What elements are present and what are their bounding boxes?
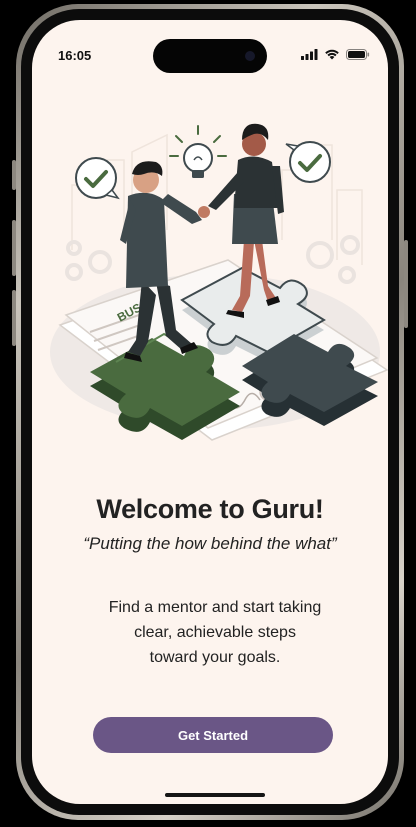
power-button xyxy=(404,240,408,328)
gear-right-icon xyxy=(306,235,360,284)
check-bubble-right-icon xyxy=(285,141,331,183)
volume-down-button xyxy=(12,290,16,346)
status-icons xyxy=(301,49,370,60)
app-screen: 16:05 BUS Welcome to Guru! “Putting the … xyxy=(32,20,388,804)
action-button xyxy=(12,160,16,190)
description-line: clear, achievable steps xyxy=(134,624,296,641)
description-line: toward your goals. xyxy=(149,649,281,666)
hero-illustration: BUS xyxy=(50,123,388,441)
tagline: “Putting the how behind the what” xyxy=(83,534,337,553)
dynamic-island xyxy=(153,39,267,73)
handshake xyxy=(198,206,210,218)
check-bubble-left-icon xyxy=(75,157,120,200)
get-started-button[interactable]: Get Started xyxy=(93,717,333,753)
battery-icon xyxy=(346,49,370,60)
description-line: Find a mentor and start taking xyxy=(108,599,322,616)
status-bar: 16:05 xyxy=(32,20,388,73)
volume-up-button xyxy=(12,220,16,276)
lightbulb-icon xyxy=(169,125,227,178)
cellular-signal-icon xyxy=(301,49,318,60)
home-indicator[interactable] xyxy=(165,793,265,797)
gear-left-icon xyxy=(65,240,112,281)
phone-bezel: 16:05 BUS Welcome to Guru! “Putting the … xyxy=(21,9,399,815)
wifi-icon xyxy=(325,49,339,60)
welcome-description: Find a mentor and start taking clear, ac… xyxy=(82,595,348,670)
front-camera xyxy=(245,51,255,61)
status-time: 16:05 xyxy=(58,48,92,63)
phone-frame: 16:05 BUS Welcome to Guru! “Putting the … xyxy=(16,4,404,820)
welcome-title: Welcome to Guru! xyxy=(96,494,324,524)
